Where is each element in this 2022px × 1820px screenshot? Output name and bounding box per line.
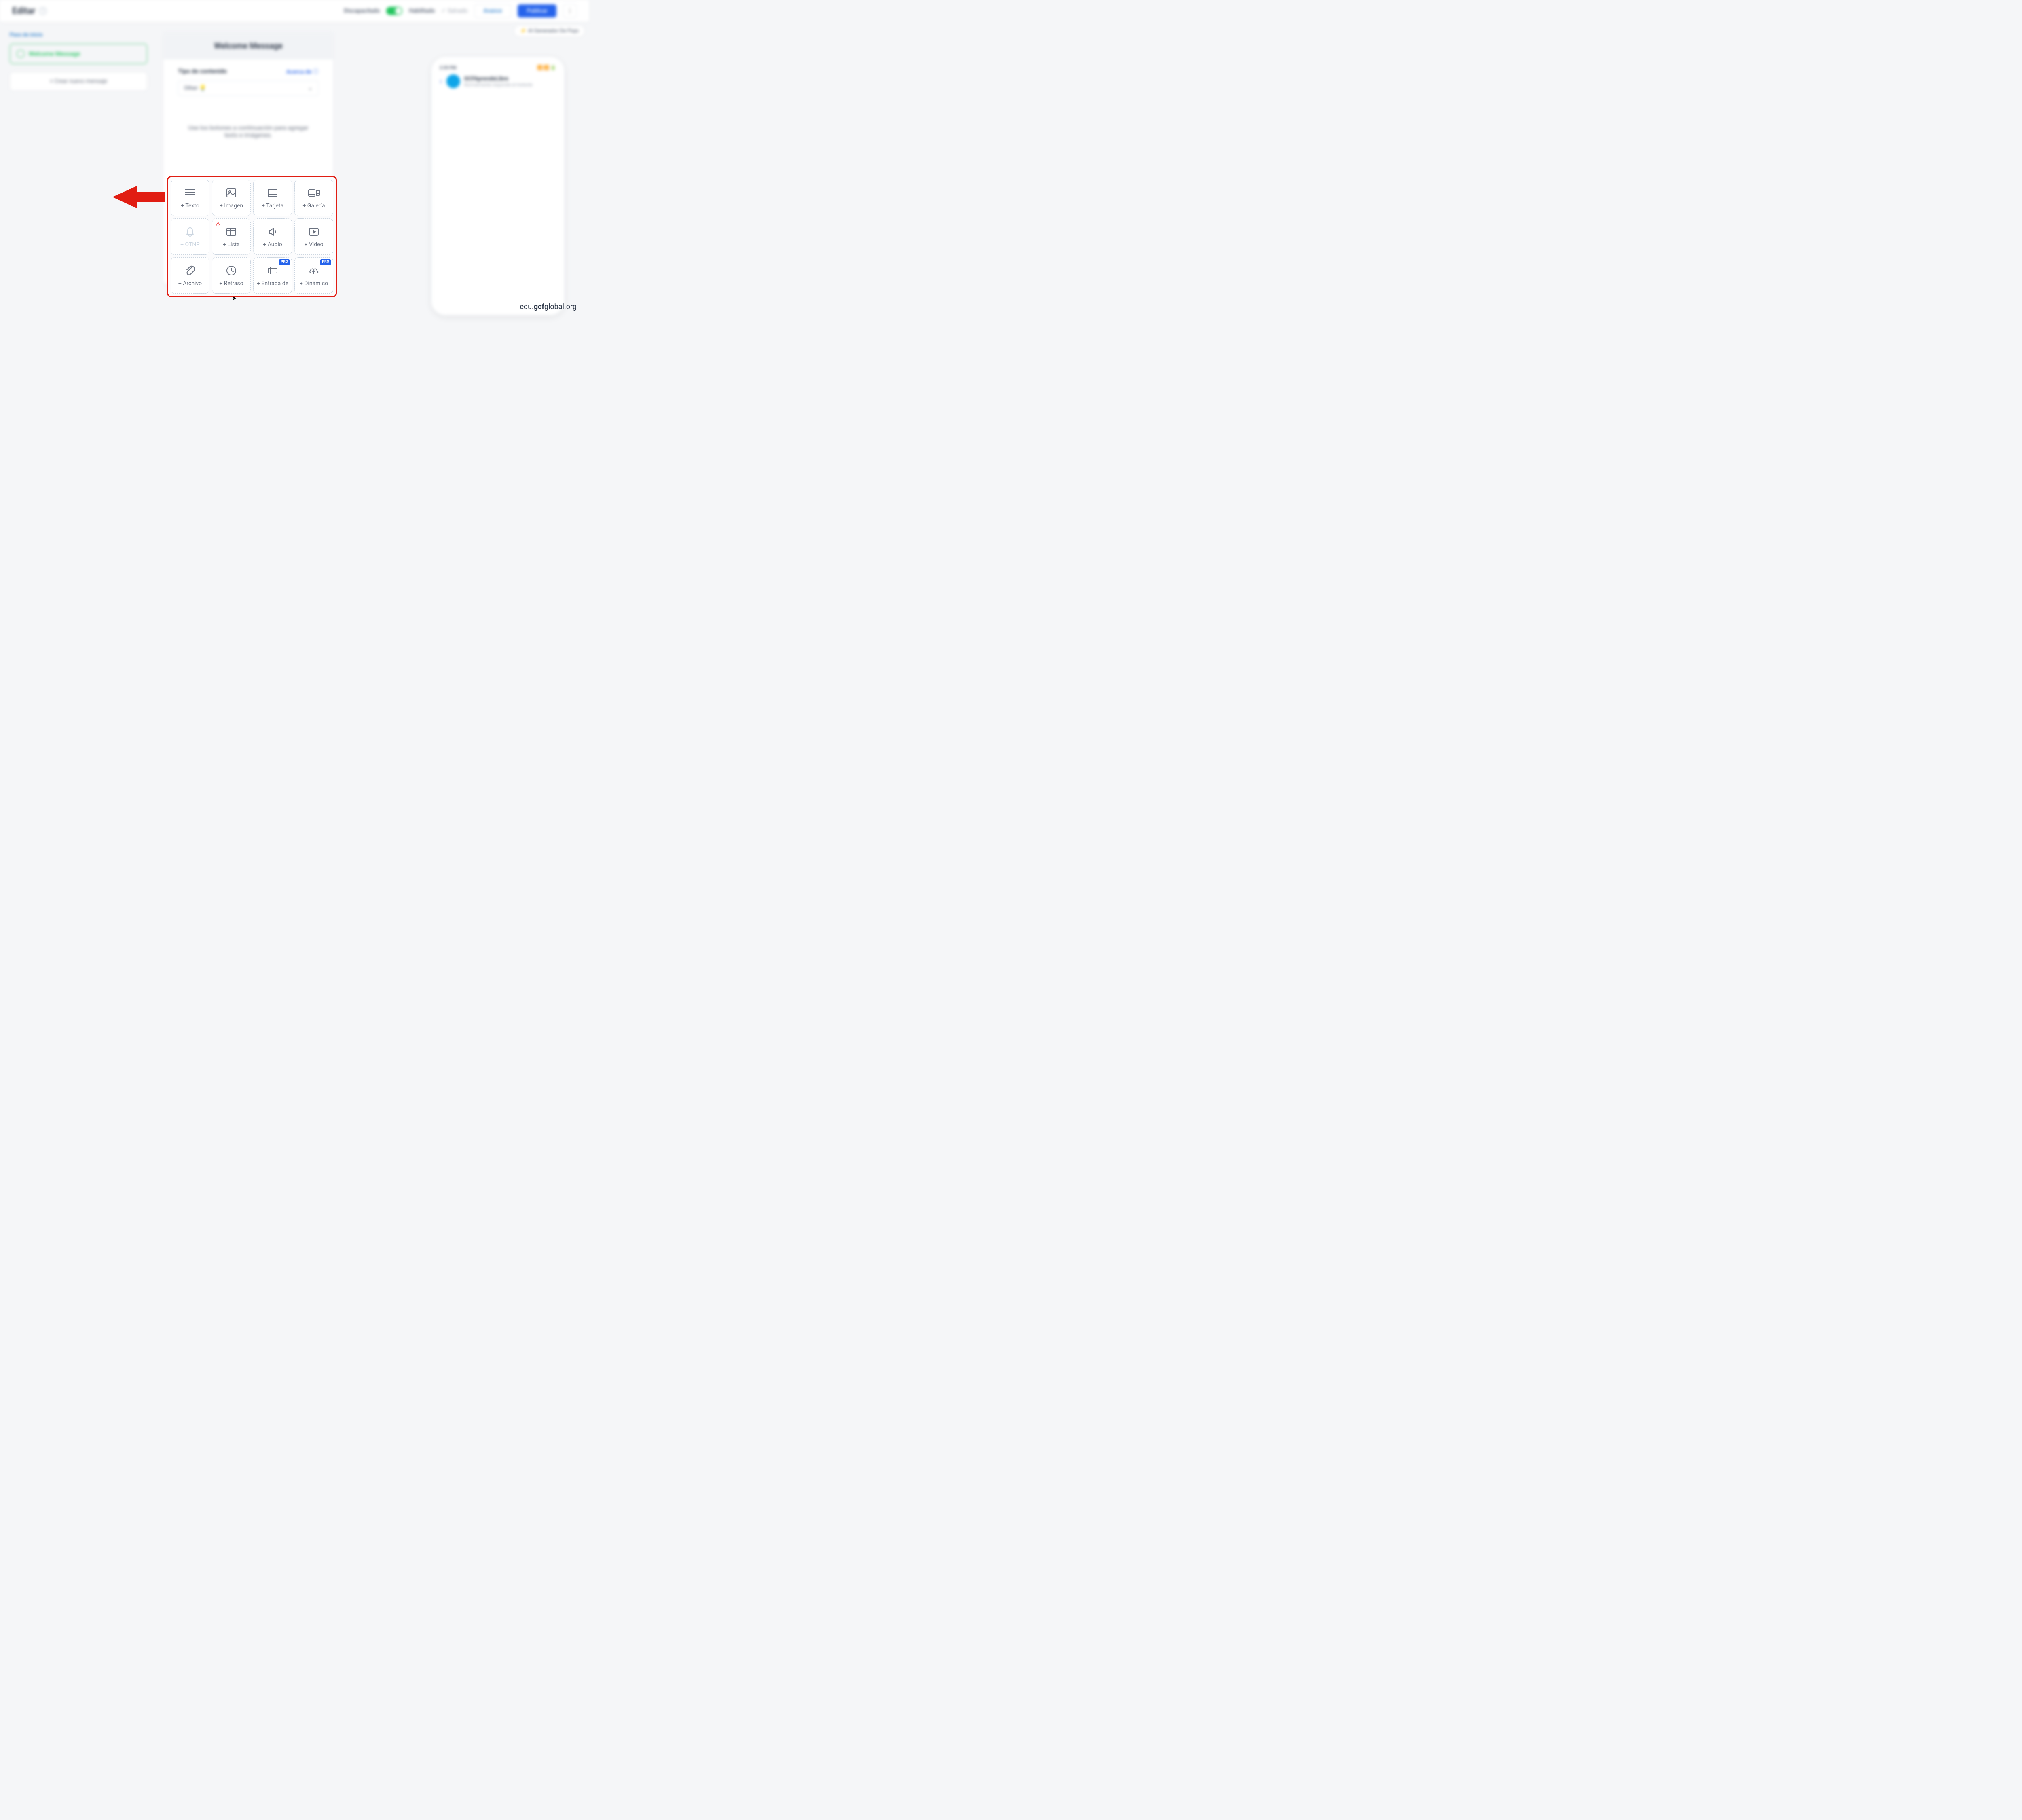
tile-label: + Texto (179, 203, 201, 209)
tile-label: + Archivo (177, 280, 203, 287)
ai-generator-pill[interactable]: ⚡ AI Generador De Flujo (514, 25, 585, 37)
tile-file[interactable]: + Archivo (171, 257, 209, 294)
text-lines-icon (184, 186, 197, 199)
clock-icon (225, 264, 238, 277)
cloud-icon (307, 264, 320, 277)
content-type-label: Tipo de contenido (178, 68, 227, 76)
play-icon (307, 225, 320, 238)
help-icon[interactable]: ? (39, 7, 47, 15)
about-link[interactable]: Acerca de ⓘ (286, 68, 319, 76)
tile-label: + Lista (221, 241, 241, 248)
step-welcome-message[interactable]: Welcome Message (10, 44, 147, 64)
enable-toggle[interactable] (386, 7, 402, 15)
warning-icon: ⚠ (216, 221, 221, 228)
watermark: edu.gcfglobal.org (520, 303, 577, 311)
chat-subtitle: Normalmente responde al instante (464, 82, 533, 87)
enabled-label: Habilitado (409, 8, 435, 14)
cursor-icon: ➤ (232, 295, 237, 302)
tile-label: + Video (302, 241, 325, 248)
speaker-icon (266, 225, 279, 238)
card-icon (266, 186, 279, 199)
clip-icon (184, 264, 197, 277)
tile-label: + OTNR (179, 241, 201, 248)
chat-name: GCFAprendeLibre (464, 76, 533, 82)
select-value: Other 💡 (184, 85, 206, 91)
tile-dynamic[interactable]: PRO + Dinámico (294, 257, 333, 294)
advance-button[interactable]: Avance (474, 4, 512, 18)
publish-button[interactable]: Publicar (518, 4, 556, 17)
create-message-button[interactable]: + Crear nuevo mensaje (10, 72, 147, 91)
panel-title: Welcome Message (163, 32, 333, 59)
tile-label: + Tarjeta (260, 203, 285, 209)
pro-badge: PRO (279, 259, 290, 265)
more-button[interactable]: ⋮ (563, 4, 577, 18)
tile-card[interactable]: + Tarjeta (253, 180, 292, 216)
tile-label: + Dinámico (298, 280, 330, 287)
chat-avatar (446, 74, 460, 88)
phone-time: 2:39 PM (440, 65, 456, 70)
content-type-select[interactable]: Other 💡 ⌄ (178, 80, 319, 96)
hint-text: Use los botones a continuación para agre… (178, 124, 319, 139)
tile-label: + Entrada de (255, 280, 290, 287)
tile-otnr: + OTNR (171, 218, 209, 255)
tile-video[interactable]: + Video (294, 218, 333, 255)
tile-label: + Retraso (218, 280, 245, 287)
gallery-icon (307, 186, 320, 199)
tile-text[interactable]: + Texto (171, 180, 209, 216)
phone-preview: 2:39 PM 📶 📶 🔋 ‹ GCFAprendeLibre Normalme… (431, 57, 565, 315)
section-label: Paso de inicio (10, 32, 147, 38)
content-tiles-highlight: + Texto + Imagen + Tarjeta + Galería + OTNR ⚠… (167, 176, 337, 297)
chevron-down-icon: ⌄ (308, 85, 313, 91)
disabled-label: Discapacitado (344, 8, 380, 14)
back-icon[interactable]: ‹ (440, 76, 442, 87)
tile-label: + Galería (301, 203, 326, 209)
tile-input[interactable]: PRO + Entrada de (253, 257, 292, 294)
tile-delay[interactable]: + Retraso (212, 257, 251, 294)
page-title: Editar (12, 6, 35, 16)
image-icon (225, 186, 238, 199)
table-icon (225, 225, 238, 238)
step-icon (17, 50, 25, 58)
tile-image[interactable]: + Imagen (212, 180, 251, 216)
bell-icon (184, 225, 197, 238)
input-icon (266, 264, 279, 277)
tile-label: + Imagen (218, 203, 245, 209)
step-label: Welcome Message (29, 50, 80, 57)
tile-label: + Audio (261, 241, 283, 248)
tile-audio[interactable]: + Audio (253, 218, 292, 255)
phone-indicators: 📶 📶 🔋 (537, 65, 556, 70)
saved-status: ✓ Salvado (441, 8, 467, 14)
tile-gallery[interactable]: + Galería (294, 180, 333, 216)
left-sidebar: Paso de inicio Welcome Message + Crear n… (10, 32, 147, 284)
top-bar: Editar ? Discapacitado Habilitado ✓ Salv… (0, 0, 589, 22)
tile-list[interactable]: ⚠ + Lista (212, 218, 251, 255)
callout-arrow (112, 184, 165, 210)
pro-badge: PRO (320, 259, 331, 265)
